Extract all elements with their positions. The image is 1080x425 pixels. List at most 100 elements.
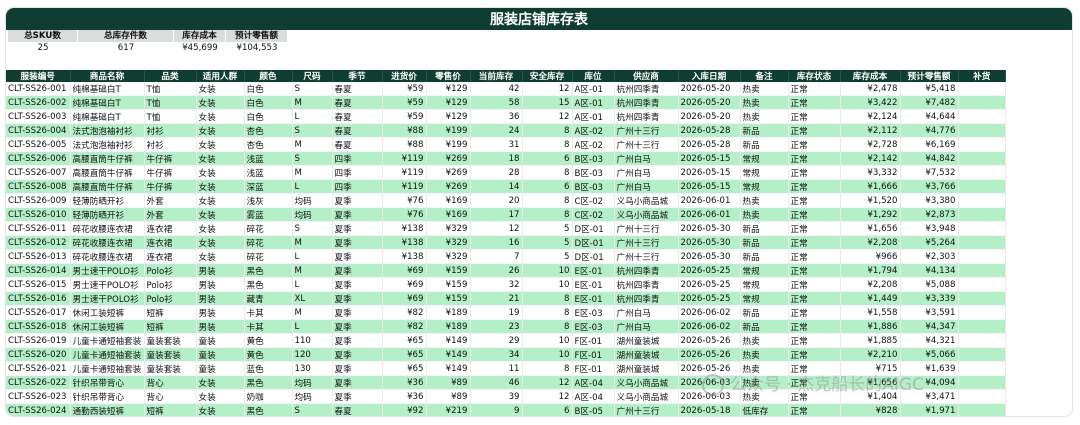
cell-color[interactable]: 碎花 [244,235,293,250]
cell-restock[interactable] [958,221,1007,236]
summary-retail[interactable]: 预计零售额 ¥104,553 [226,30,288,56]
cell-restock[interactable] [958,151,1007,166]
cell-location[interactable]: A区-01 [572,95,615,110]
cell-safety-stock[interactable]: 6 [522,151,573,166]
cell-location[interactable]: E区-01 [572,263,615,278]
table-row[interactable]: CLT-SS26-004 法式泡泡袖衬衫 衬衫 女装 杏色 S 春夏 ¥88 ¥199 24 8 A区… [6,123,1007,138]
table-row[interactable]: CLT-SS26-020 儿童卡通短袖套装 童装套装 童装 黄色 120 夏季 ¥65 ¥149… [6,347,1007,362]
cell-current-stock[interactable]: 16 [470,235,523,250]
cell-color[interactable]: 浅蓝 [244,151,293,166]
cell-season[interactable]: 春夏 [332,82,383,96]
cell-item-code[interactable]: CLT-SS26-019 [6,333,71,348]
cell-retail-price[interactable]: ¥189 [426,305,471,320]
table-row[interactable]: CLT-SS26-017 休闲工装短裤 短裤 男装 卡其 M 夏季 ¥82 ¥189 19 8 E区-… [6,305,1007,320]
cell-retail-value[interactable]: ¥4,776 [900,123,959,138]
cell-item-code[interactable]: CLT-SS26-006 [6,151,71,166]
cell-cost-price[interactable]: ¥88 [382,137,427,152]
cell-color[interactable]: 碎花 [244,221,293,236]
cell-stock-cost[interactable]: ¥2,478 [840,82,901,96]
cell-current-stock[interactable]: 32 [470,277,523,292]
cell-restock[interactable] [958,109,1007,124]
cell-product-name[interactable]: 碎花收腰连衣裙 [70,249,145,264]
cell-product-name[interactable]: 纯棉基础白T [70,109,145,124]
table-row[interactable]: CLT-SS26-021 儿童卡通短袖套装 童装套装 童装 蓝色 130 夏季 ¥65 ¥149… [6,361,1007,376]
cell-item-code[interactable]: CLT-SS26-004 [6,123,71,138]
cell-safety-stock[interactable]: 8 [522,291,573,306]
column-header-stock-status[interactable]: 库存状态 [788,70,841,82]
cell-remark[interactable]: 新品 [740,249,789,264]
cell-stock-cost[interactable]: ¥1,292 [840,207,901,222]
cell-category[interactable]: 短裤 [144,305,197,320]
cell-item-code[interactable]: CLT-SS26-007 [6,165,71,180]
cell-safety-stock[interactable]: 8 [522,207,573,222]
cell-stock-status[interactable]: 正常 [788,375,841,390]
cell-cost-price[interactable]: ¥36 [382,375,427,390]
cell-supplier[interactable]: 广州白马 [614,319,679,334]
cell-audience[interactable]: 女装 [196,375,245,390]
cell-cost-price[interactable]: ¥138 [382,221,427,236]
cell-restock[interactable] [958,389,1007,404]
cell-location[interactable]: A区-02 [572,123,615,138]
column-header-audience[interactable]: 适用人群 [196,70,245,82]
cell-remark[interactable]: 热卖 [740,95,789,110]
cell-product-name[interactable]: 休闲工装短裤 [70,305,145,320]
cell-stock-status[interactable]: 正常 [788,82,841,96]
cell-size[interactable]: 110 [292,333,333,348]
cell-item-code[interactable]: CLT-SS26-017 [6,305,71,320]
cell-size[interactable]: M [292,95,333,110]
cell-item-code[interactable]: CLT-SS26-021 [6,361,71,376]
cell-supplier[interactable]: 杭州四季青 [614,291,679,306]
table-row[interactable]: CLT-SS26-006 高腰直筒牛仔裤 牛仔裤 女装 浅蓝 S 四季 ¥119 ¥269 18 6… [6,151,1007,166]
cell-color[interactable]: 黄色 [244,333,293,348]
cell-inbound-date[interactable]: 2026-05-20 [678,95,741,110]
cell-season[interactable]: 夏季 [332,305,383,320]
cell-color[interactable]: 杏色 [244,123,293,138]
cell-current-stock[interactable]: 21 [470,291,523,306]
cell-product-name[interactable]: 轻薄防晒开衫 [70,207,145,222]
cell-safety-stock[interactable]: 10 [522,277,573,292]
table-row[interactable]: CLT-SS26-024 通勤西装短裤 短裤 女装 黑色 S 春夏 ¥92 ¥219 9 6 B区-0… [6,403,1007,416]
cell-retail-price[interactable]: ¥89 [426,389,471,404]
cell-size[interactable]: L [292,179,333,194]
column-header-category[interactable]: 品类 [144,70,197,82]
cell-retail-value[interactable]: ¥3,380 [900,193,959,208]
cell-inbound-date[interactable]: 2026-05-15 [678,151,741,166]
cell-size[interactable]: XL [292,291,333,306]
cell-audience[interactable]: 男装 [196,291,245,306]
cell-retail-price[interactable]: ¥269 [426,165,471,180]
cell-size[interactable]: S [292,151,333,166]
cell-category[interactable]: Polo衫 [144,263,197,278]
cell-current-stock[interactable]: 39 [470,389,523,404]
cell-remark[interactable]: 常规 [740,291,789,306]
cell-inbound-date[interactable]: 2026-05-25 [678,263,741,278]
cell-item-code[interactable]: CLT-SS26-003 [6,109,71,124]
cell-current-stock[interactable]: 11 [470,361,523,376]
cell-safety-stock[interactable]: 8 [522,137,573,152]
cell-location[interactable]: A区-04 [572,375,615,390]
cell-audience[interactable]: 女装 [196,82,245,96]
cell-product-name[interactable]: 休闲工装短裤 [70,319,145,334]
cell-cost-price[interactable]: ¥119 [382,165,427,180]
summary-sku[interactable]: 总SKU数 25 [8,30,78,56]
cell-item-code[interactable]: CLT-SS26-023 [6,389,71,404]
column-header-item-code[interactable]: 服装编号 [6,70,71,82]
cell-restock[interactable] [958,291,1007,306]
cell-remark[interactable]: 热卖 [740,109,789,124]
cell-stock-cost[interactable]: ¥2,112 [840,123,901,138]
cell-size[interactable]: M [292,305,333,320]
cell-supplier[interactable]: 广州十三行 [614,221,679,236]
cell-audience[interactable]: 男装 [196,319,245,334]
cell-category[interactable]: 衬衫 [144,123,197,138]
cell-category[interactable]: 牛仔裤 [144,179,197,194]
cell-product-name[interactable]: 男士速干POLO衫 [70,291,145,306]
table-row[interactable]: CLT-SS26-012 碎花收腰连衣裙 连衣裙 女装 碎花 M 夏季 ¥138 ¥329 16 5… [6,235,1007,250]
cell-stock-status[interactable]: 正常 [788,263,841,278]
cell-restock[interactable] [958,137,1007,152]
cell-color[interactable]: 黄色 [244,347,293,362]
cell-cost-price[interactable]: ¥65 [382,361,427,376]
cell-size[interactable]: L [292,249,333,264]
cell-size[interactable]: M [292,235,333,250]
cell-location[interactable]: E区-01 [572,277,615,292]
cell-cost-price[interactable]: ¥59 [382,95,427,110]
cell-size[interactable]: S [292,82,333,96]
